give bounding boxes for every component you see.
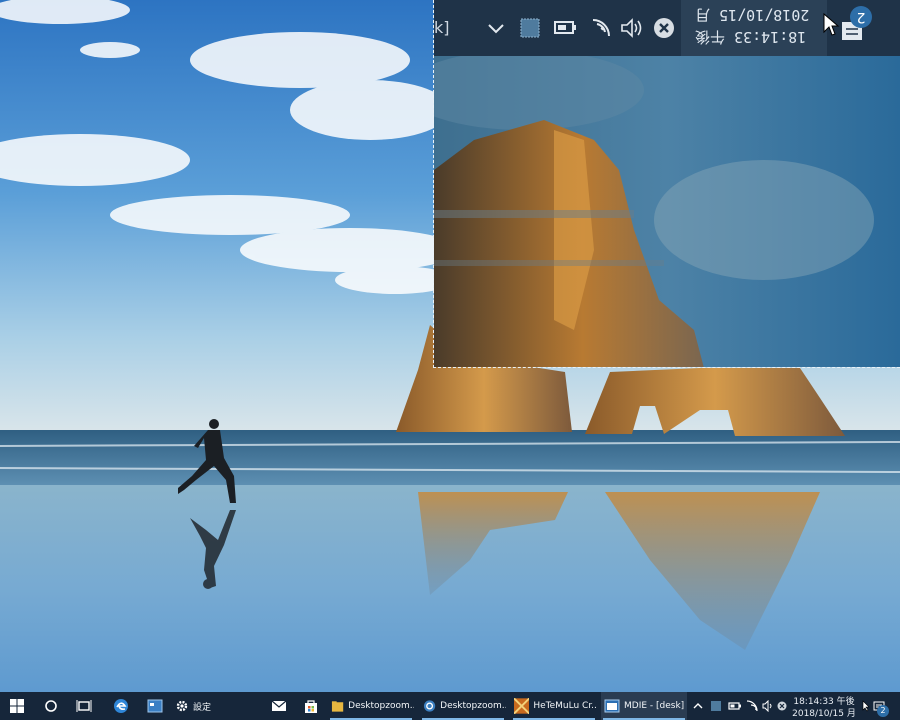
window-app-icon <box>147 699 162 713</box>
zoomed-notification-badge: 2 <box>850 6 872 28</box>
taskbar-app-mdie[interactable]: MDIE - [desk] <box>601 692 687 720</box>
zoom-edge-glyph: k] <box>434 18 450 37</box>
hetemulu-icon <box>514 698 530 714</box>
clock-date: 2018/10/15 月 <box>792 709 856 719</box>
taskbar-app-desktopzoom[interactable]: Desktopzoom... <box>420 692 506 720</box>
taskbar-app-hetemulu[interactable]: HeTeMuLu Cr... <box>511 692 597 720</box>
app-label: HeTeMuLu Cr... <box>533 701 597 711</box>
chevron-up-icon[interactable] <box>486 16 506 40</box>
store-window-button[interactable] <box>138 692 168 720</box>
search-button[interactable] <box>38 692 64 720</box>
volume-icon[interactable] <box>619 16 645 40</box>
mdie-window-icon <box>604 699 620 713</box>
app-label: Desktopzoom... <box>440 701 506 711</box>
zoom-overlay[interactable]: k] 18:14:33 午後 2018/10/15 月 2 <box>433 0 900 368</box>
settings-label: 設定 <box>193 702 212 713</box>
volume-icon[interactable] <box>760 692 776 720</box>
edge-button[interactable] <box>104 692 134 720</box>
wifi-icon[interactable] <box>589 16 613 40</box>
mail-icon <box>271 700 286 711</box>
start-button[interactable] <box>0 692 34 720</box>
app-label: Desktopzoom... <box>348 701 414 711</box>
mail-button[interactable] <box>262 692 292 720</box>
close-circle-icon[interactable] <box>652 16 676 40</box>
wifi-icon[interactable] <box>744 692 760 720</box>
battery-icon[interactable] <box>726 692 744 720</box>
battery-icon[interactable] <box>552 16 578 40</box>
app-tray-icon[interactable] <box>519 16 541 40</box>
gear-icon <box>176 700 188 712</box>
folder-icon <box>331 701 344 712</box>
app-label: MDIE - [desk] <box>624 701 685 711</box>
taskbar-clock[interactable]: 18:14:33 午後 2018/10/15 月 <box>788 692 860 720</box>
taskbar-app-desktopzoom-folder[interactable]: Desktopzoom... <box>328 692 414 720</box>
zoomed-clock[interactable]: 18:14:33 午後 2018/10/15 月 <box>681 0 827 56</box>
cortana-circle-icon <box>45 700 57 712</box>
settings-taskbar-button[interactable]: 設定 <box>172 692 252 720</box>
store-bag-icon <box>304 700 317 713</box>
taskbar: 設定 Desktopzoom... Desktopzoom... HeTeMuL… <box>0 692 900 720</box>
zoomed-clock-time: 18:14:33 午後 <box>695 28 807 46</box>
store-button[interactable] <box>294 692 324 720</box>
desktopzoom-app-icon <box>423 700 436 712</box>
close-circle-icon[interactable] <box>776 692 788 720</box>
tray-app-icon[interactable] <box>708 692 724 720</box>
task-view-button[interactable] <box>70 692 98 720</box>
tray-chevron-icon[interactable] <box>690 692 706 720</box>
zoomed-system-tray: k] 18:14:33 午後 2018/10/15 月 2 <box>434 0 900 56</box>
windows-logo-icon <box>10 699 24 713</box>
zoomed-clock-date: 2018/10/15 月 <box>695 6 810 24</box>
notification-count-badge: 2 <box>877 705 889 717</box>
edge-icon <box>113 699 128 713</box>
task-view-icon <box>76 700 92 712</box>
